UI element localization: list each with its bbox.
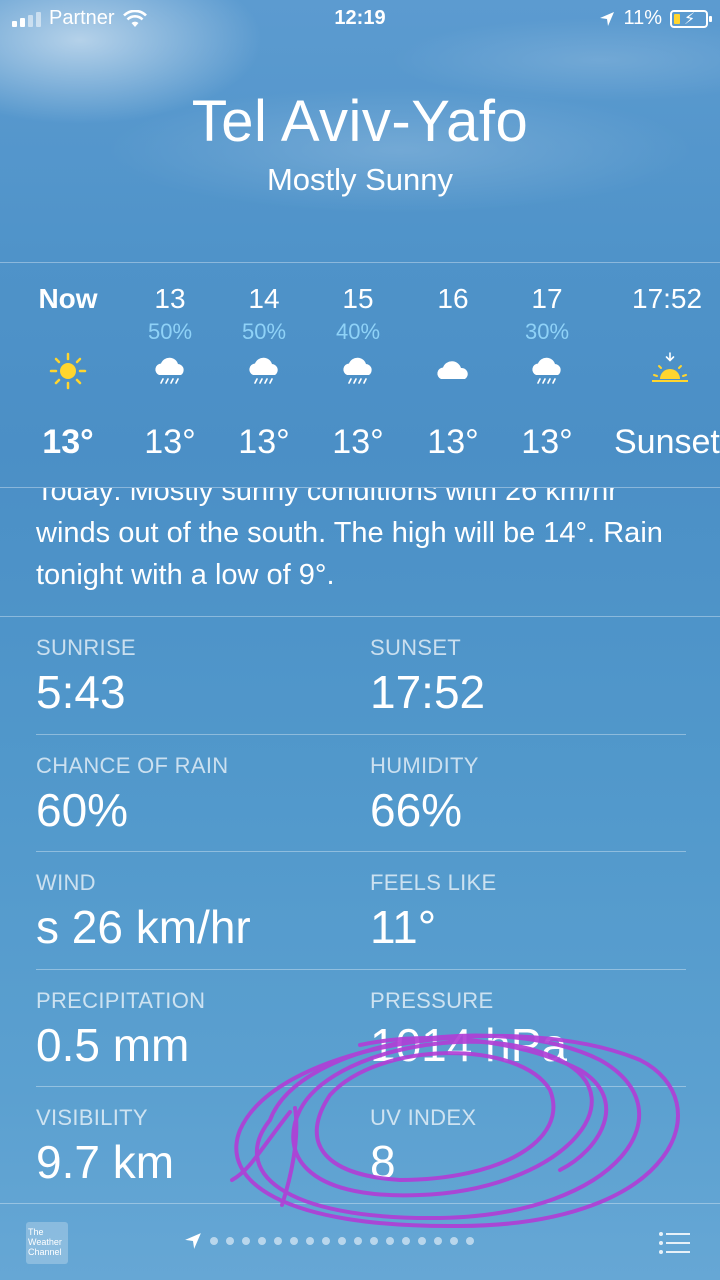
sunset-label: SUNSET [370,635,462,660]
sun-icon [49,352,87,390]
uv-index-label: UV INDEX [370,1105,477,1130]
battery-percent: 11% [623,7,662,29]
chance-of-rain-cell: CHANCE OF RAIN 60% [36,753,228,837]
rain-cloud-icon [155,357,184,384]
status-bar: Partner 12:19 11% ⚡ [0,0,720,38]
rain-cloud-icon [532,357,561,384]
visibility-label: VISIBILITY [36,1105,148,1130]
wind-label: WIND [36,870,96,895]
rain-cloud-icon [343,357,372,384]
precipitation-value: 0.5 mm [36,1018,190,1071]
page-dot [450,1237,458,1245]
uv-index-value: 8 [370,1136,396,1188]
page-dot [418,1237,426,1245]
location-header: Tel Aviv-Yafo Mostly Sunny [0,88,720,198]
humidity-cell: HUMIDITY 66% [370,753,479,837]
sunset-icon [652,352,688,382]
details-row: CHANCE OF RAIN 60% HUMIDITY 66% [36,735,686,852]
details-row: VISIBILITY 9.7 km UV INDEX 8 [36,1087,686,1205]
current-condition: Mostly Sunny [266,162,454,197]
feels-like-cell: FEELS LIKE 11° [370,870,497,954]
page-dot [354,1237,362,1245]
sunrise-label: SUNRISE [36,635,136,660]
hour-precip: 30% [524,319,570,344]
wind-value: s 26 km/hr [36,901,251,953]
hour-time: 17:52 [632,283,703,314]
page-dot [242,1237,250,1245]
chance-of-rain-value: 60% [36,783,129,836]
page-indicator[interactable] [184,1232,474,1250]
visibility-cell: VISIBILITY 9.7 km [36,1105,174,1189]
page-dot [322,1237,330,1245]
humidity-value: 66% [370,783,463,836]
forecast-summary: Today: Mostly sunny conditions with 26 k… [36,488,663,591]
pressure-value: 1014 hPa [370,1018,567,1071]
bottom-toolbar: The Weather Channel [0,1203,720,1280]
feels-like-label: FEELS LIKE [370,870,497,895]
sunrise-cell: SUNRISE 5:43 [36,635,136,719]
page-dot [466,1237,474,1245]
page-dot [306,1237,314,1245]
hour-item: 17:52 Sunset [610,263,720,487]
hour-temp: Sunset [614,423,720,461]
hour-time: 17 [531,283,563,314]
status-right: 11% ⚡ [599,7,712,30]
rain-cloud-icon [249,357,278,384]
weather-channel-logo[interactable]: The Weather Channel [26,1222,68,1264]
battery-icon: ⚡ [670,9,712,28]
page-dot [434,1237,442,1245]
wind-cell: WIND s 26 km/hr [36,870,251,954]
location-arrow-icon [600,11,615,26]
uv-index-cell: UV INDEX 8 [370,1105,476,1189]
city-name: Tel Aviv-Yafo [191,89,529,154]
pressure-cell: PRESSURE 1014 hPa [370,988,567,1072]
page-dot [338,1237,346,1245]
details-grid: SUNRISE 5:43 SUNSET 17:52 CHANCE OF RAIN… [36,617,686,1205]
cloud-icon [437,361,468,379]
page-dot [402,1237,410,1245]
hourly-forecast[interactable]: Now 13° 13 50% 13° 14 50% 13° 15 40% 13°… [0,262,720,488]
humidity-label: HUMIDITY [370,752,479,778]
details-row: SUNRISE 5:43 SUNSET 17:52 [36,617,686,735]
page-dot [290,1237,298,1245]
feels-like-value: 11° [370,901,437,953]
city-list-icon[interactable] [658,1230,690,1256]
page-dot [370,1237,378,1245]
details-row: WIND s 26 km/hr FEELS LIKE 11° [36,852,686,970]
sunrise-value: 5:43 [36,666,126,718]
summary-section: Today: Mostly sunny conditions with 26 k… [0,488,720,618]
page-dot [274,1237,282,1245]
sunset-value: 17:52 [370,666,486,718]
page-dot [226,1237,234,1245]
visibility-value: 9.7 km [36,1136,175,1188]
location-arrow-icon [185,1233,201,1249]
sunset-cell: SUNSET 17:52 [370,635,485,719]
page-dot [258,1237,266,1245]
chance-of-rain-label: CHANCE OF RAIN [36,752,229,778]
precipitation-cell: PRECIPITATION 0.5 mm [36,988,205,1072]
page-dot [386,1237,394,1245]
precipitation-label: PRECIPITATION [36,987,206,1013]
page-dot [210,1237,218,1245]
hour-temp: 13° [521,423,573,461]
details-row: PRECIPITATION 0.5 mm PRESSURE 1014 hPa [36,970,686,1087]
pressure-label: PRESSURE [370,987,494,1013]
hour-item: 17 30% 13° [487,263,607,487]
